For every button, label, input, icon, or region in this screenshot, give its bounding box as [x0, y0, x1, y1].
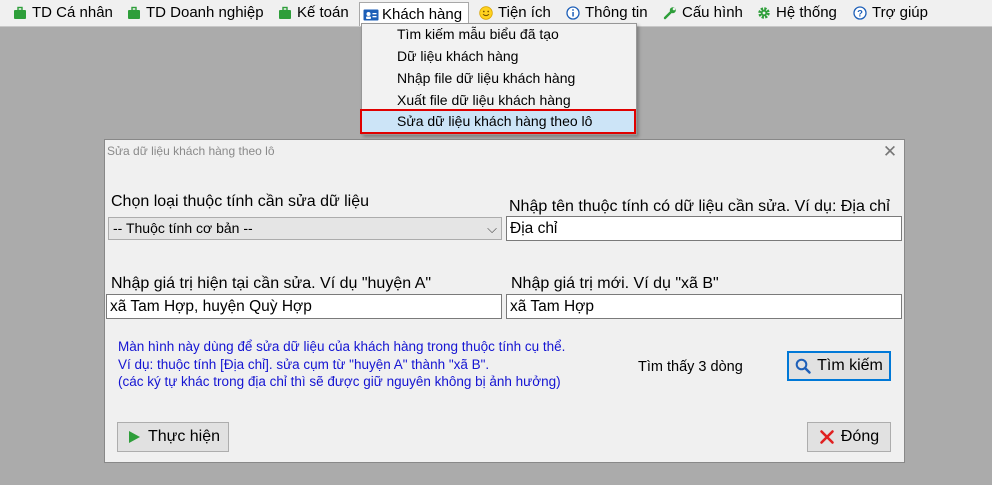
svg-text:?: ? [857, 8, 863, 19]
close-icon[interactable]: ✕ [877, 141, 903, 163]
briefcase-icon [13, 6, 27, 20]
menu-label: Thông tin [585, 4, 648, 21]
menu-label: Tiện ích [498, 4, 551, 21]
attribute-type-label: Chọn loại thuộc tính cần sửa dữ liệu [111, 193, 370, 210]
menu-label: Khách hàng [382, 6, 463, 23]
attribute-type-selected: -- Thuộc tính cơ bản -- [113, 220, 253, 236]
menu-ke-toan[interactable]: Kế toán [275, 2, 352, 23]
current-value-field[interactable]: xã Tam Hợp, huyện Quỳ Hợp [106, 294, 502, 319]
new-value-label: Nhập giá trị mới. Ví dụ "xã B" [511, 275, 719, 292]
smiley-icon [479, 5, 493, 20]
menu-tien-ich[interactable]: Tiện ích [476, 2, 554, 23]
dropdown-item-sua-du-lieu-theo-lo[interactable]: Sửa dữ liệu khách hàng theo lô [360, 109, 636, 134]
close-x-icon [819, 429, 835, 445]
menu-label: TD Cá nhân [32, 4, 113, 21]
menu-tro-giup[interactable]: ? Trợ giúp [850, 2, 931, 23]
briefcase-icon [127, 6, 141, 20]
menu-label: Kế toán [297, 4, 349, 21]
contact-card-icon [363, 8, 379, 22]
new-value-field[interactable]: xã Tam Hợp [506, 294, 902, 319]
menu-td-doanh-nghiep[interactable]: TD Doanh nghiệp [124, 2, 267, 23]
close-button[interactable]: Đóng [807, 422, 891, 452]
play-icon [126, 429, 142, 445]
info-line: (các ký tự khác trong địa chỉ thì sẽ đượ… [118, 374, 561, 389]
dropdown-item-tim-kiem-mau-bieu[interactable]: Tìm kiếm mẫu biểu đã tạo [397, 26, 559, 42]
menu-label: Cấu hình [682, 4, 743, 21]
info-line: Ví dụ: thuộc tính [Địa chỉ]. sửa cụm từ … [118, 356, 490, 372]
info-icon [566, 5, 580, 20]
attribute-type-select[interactable]: -- Thuộc tính cơ bản -- ⌵ [108, 217, 502, 240]
gear-icon [757, 6, 771, 20]
menu-label: Hệ thống [776, 4, 837, 21]
attribute-name-label: Nhập tên thuộc tính có dữ liệu cần sửa. … [509, 198, 890, 215]
search-icon [795, 358, 811, 374]
chevron-down-icon: ⌵ [487, 221, 497, 236]
info-text: Màn hình này dùng để sửa dữ liệu của khá… [118, 338, 565, 391]
edit-batch-dialog: Sửa dữ liệu khách hàng theo lô ✕ Chọn lo… [104, 139, 905, 463]
search-button[interactable]: Tìm kiếm [787, 351, 891, 381]
close-button-label: Đóng [840, 428, 880, 445]
menu-he-thong[interactable]: Hệ thống [754, 2, 840, 23]
execute-button-label: Thực hiện [147, 428, 221, 445]
execute-button[interactable]: Thực hiện [117, 422, 229, 452]
found-count-text: Tìm thấy 3 dòng [638, 359, 743, 375]
menu-td-ca-nhan[interactable]: TD Cá nhân [10, 2, 116, 23]
info-line: Màn hình này dùng để sửa dữ liệu của khá… [118, 339, 566, 354]
help-icon: ? [853, 5, 867, 20]
search-button-label: Tìm kiếm [817, 357, 883, 374]
menu-label: Trợ giúp [872, 4, 928, 21]
menu-cau-hinh[interactable]: Cấu hình [660, 2, 746, 23]
menu-label: TD Doanh nghiệp [146, 4, 264, 21]
khach-hang-dropdown-menu: Tìm kiếm mẫu biểu đã tạo Dữ liệu khách h… [360, 23, 637, 135]
dropdown-item-nhap-file[interactable]: Nhập file dữ liệu khách hàng [397, 70, 575, 86]
dialog-title: Sửa dữ liệu khách hàng theo lô [107, 144, 275, 158]
menu-thong-tin[interactable]: Thông tin [563, 2, 651, 23]
attribute-name-field[interactable]: Địa chỉ [506, 216, 902, 241]
dropdown-item-du-lieu-khach-hang[interactable]: Dữ liệu khách hàng [397, 48, 518, 64]
briefcase-icon [278, 6, 292, 20]
wrench-icon [663, 6, 677, 20]
current-value-label: Nhập giá trị hiện tại cần sửa. Ví dụ "hu… [111, 275, 432, 292]
dropdown-item-xuat-file[interactable]: Xuất file dữ liệu khách hàng [397, 92, 571, 108]
